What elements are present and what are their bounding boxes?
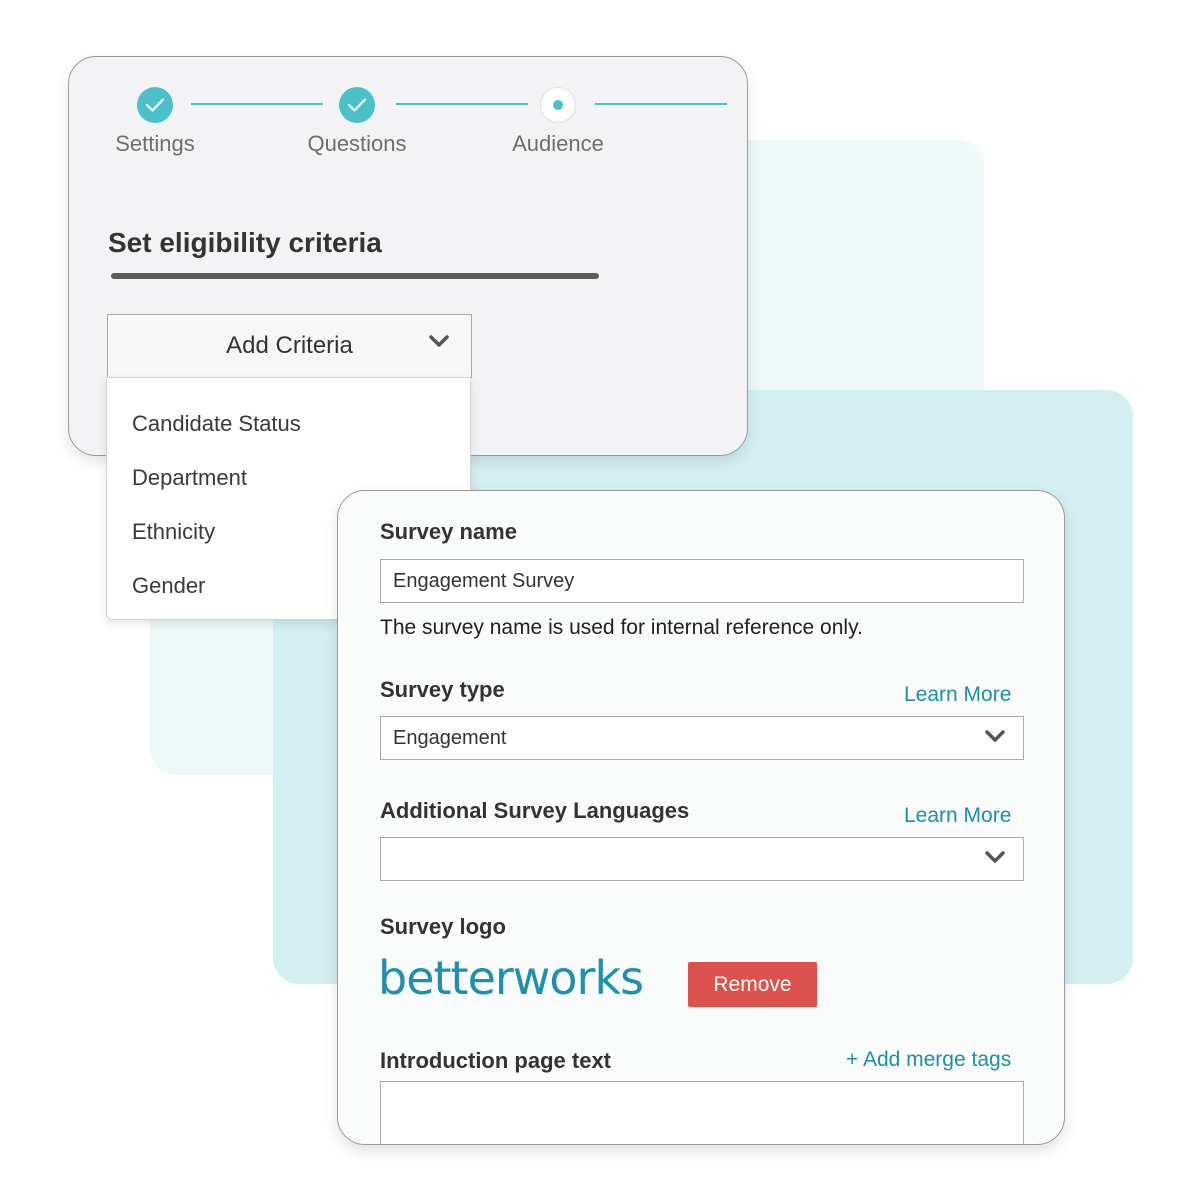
- dropdown-option-ethnicity[interactable]: Ethnicity: [132, 519, 215, 545]
- step-label-settings[interactable]: Settings: [75, 131, 235, 157]
- languages-learn-more-link[interactable]: Learn More: [904, 804, 1011, 828]
- survey-name-label: Survey name: [380, 519, 517, 544]
- step-connector: [191, 103, 323, 105]
- chevron-down-icon: [985, 730, 1005, 742]
- survey-type-label: Survey type: [380, 677, 505, 702]
- dropdown-option-department[interactable]: Department: [132, 465, 247, 491]
- languages-select[interactable]: [380, 837, 1024, 881]
- step-questions-check-icon[interactable]: [339, 87, 375, 123]
- step-audience-current-icon[interactable]: [540, 87, 576, 123]
- add-criteria-label: Add Criteria: [226, 332, 353, 359]
- step-connector: [595, 103, 727, 105]
- survey-logo-label: Survey logo: [380, 914, 506, 939]
- dropdown-option-gender[interactable]: Gender: [132, 573, 205, 599]
- survey-name-input[interactable]: Engagement Survey: [380, 559, 1024, 603]
- step-label-questions[interactable]: Questions: [277, 131, 437, 157]
- step-settings-check-icon[interactable]: [137, 87, 173, 123]
- step-connector: [396, 103, 528, 105]
- section-underline: [111, 273, 599, 279]
- remove-logo-button[interactable]: Remove: [688, 962, 817, 1007]
- step-label-audience[interactable]: Audience: [478, 131, 638, 157]
- add-criteria-dropdown[interactable]: Add Criteria: [107, 314, 472, 378]
- chevron-down-icon: [985, 851, 1005, 863]
- languages-label: Additional Survey Languages: [380, 798, 690, 823]
- survey-settings-card: Survey name Engagement Survey The survey…: [337, 490, 1065, 1145]
- intro-text-textarea[interactable]: [380, 1081, 1024, 1144]
- intro-text-label: Introduction page text: [380, 1048, 611, 1073]
- survey-type-selected-value: Engagement: [393, 726, 507, 749]
- current-step-dot-icon: [553, 100, 563, 110]
- dropdown-option-candidate-status[interactable]: Candidate Status: [132, 411, 301, 437]
- section-title: Set eligibility criteria: [108, 227, 382, 258]
- betterworks-logo: betterworks: [378, 951, 644, 1005]
- survey-type-learn-more-link[interactable]: Learn More: [904, 683, 1011, 707]
- survey-name-help-text: The survey name is used for internal ref…: [380, 616, 863, 639]
- add-merge-tags-link[interactable]: + Add merge tags: [846, 1048, 1011, 1072]
- chevron-down-icon: [429, 335, 449, 347]
- survey-type-select[interactable]: Engagement: [380, 716, 1024, 760]
